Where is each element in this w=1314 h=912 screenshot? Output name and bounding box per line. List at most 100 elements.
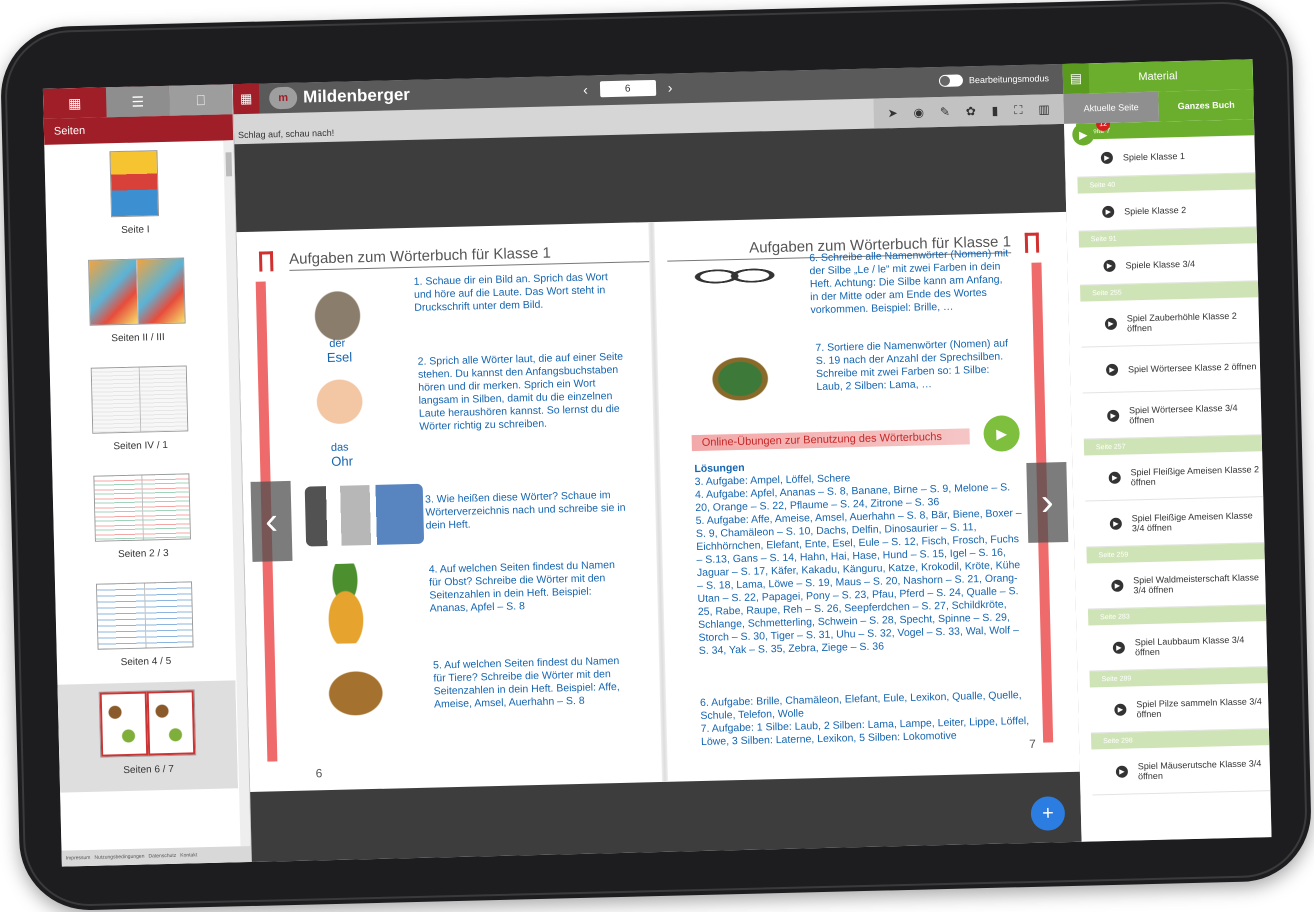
footer-link[interactable]: Kontakt (180, 852, 197, 858)
material-item-label: Spiel Fleißige Ameisen Klasse 3/4 öffnen (1131, 509, 1253, 533)
page-thumbnail[interactable] (88, 257, 186, 326)
page-thumbnail[interactable] (98, 689, 197, 758)
edit-mode-toggle[interactable] (938, 74, 964, 87)
material-item-label: Spiele Klasse 2 (1124, 204, 1187, 216)
footer-link[interactable]: Datenschutz (148, 853, 176, 860)
material-item[interactable]: ▶ Spiel Mäuserutsche Klasse 3/4 öffnen (1091, 745, 1271, 796)
material-header: ▤ Material (1062, 59, 1254, 94)
material-item[interactable]: ▶ Spiel Fleißige Ameisen Klasse 2 öffnen (1084, 451, 1264, 502)
layout-icon[interactable]: ▥ (1038, 102, 1050, 116)
thumbnail-item[interactable]: Seite I (44, 141, 225, 253)
play-icon: ▶ (1104, 317, 1118, 330)
material-item[interactable]: ▶ Spiel Wörtersee Klasse 2 öffnen (1081, 343, 1261, 394)
play-icon: ▶ (1112, 641, 1126, 654)
thumbnail-label: Seiten 6 / 7 (123, 763, 174, 777)
task-4: 4. Auf welchen Seiten findest du Namen f… (428, 559, 616, 615)
page-thumbnail[interactable] (109, 150, 160, 218)
next-page-icon[interactable]: › (668, 79, 673, 95)
add-button[interactable]: + (1030, 796, 1066, 831)
page-number-input[interactable]: 6 (599, 79, 656, 98)
thumbnail-item-active[interactable]: Seiten 6 / 7 (57, 680, 239, 793)
material-grid-icon[interactable]: ▤ (1062, 63, 1090, 94)
page-thumbnail[interactable] (93, 473, 191, 542)
play-icon: ▶ (1105, 363, 1119, 376)
eye-icon[interactable]: ◉ (913, 105, 924, 119)
play-icon: ▶ (1108, 471, 1121, 484)
material-item[interactable]: ▶ Spiel Laubbaum Klasse 3/4 öffnen (1088, 621, 1268, 672)
ohr-label: Ohr (331, 453, 354, 469)
glasses-image (689, 254, 781, 298)
page-thumbnail[interactable] (96, 581, 194, 650)
trash-icon[interactable]: ▮ (992, 104, 999, 118)
material-item-label: Spiel Fleißige Ameisen Klasse 2 öffnen (1130, 463, 1260, 487)
thumbnail-label: Seiten II / III (111, 331, 165, 345)
left-page-title: Aufgaben zum Wörterbuch für Klasse 1 (288, 242, 650, 271)
material-item-label: Spiele Klasse 1 (1122, 150, 1186, 163)
task-6: 6. Schreibe alle Namenwörter (Nomen) mit… (809, 247, 1009, 317)
material-item[interactable]: ▶ Spiel Pilze sammeln Klasse 3/4 öffnen (1089, 683, 1269, 734)
ear-image (303, 366, 376, 437)
thumbnail-item[interactable]: Seiten 2 / 3 (52, 464, 233, 576)
page-thumbnail[interactable] (90, 365, 189, 434)
task-3: 3. Wie heißen diese Wörter? Schaue im Wö… (424, 489, 626, 532)
cursor-icon[interactable]: ➤ (887, 106, 897, 120)
material-item-label: Spiele Klasse 3/4 (1125, 258, 1196, 270)
material-item-label: Spiel Pilze sammeln Klasse 3/4 öffnen (1136, 695, 1262, 719)
material-item[interactable]: ▶ Spiel Wörtersee Klasse 3/4 öffnen (1082, 389, 1262, 440)
material-item[interactable]: ▶ Spiel Zauberhöhle Klasse 2 öffnen (1080, 297, 1260, 348)
solution-5: 5. Aufgabe: Affe, Ameise, Amsel, Auerhah… (695, 507, 1022, 658)
traffic-light-spoon-scissors-image (304, 483, 425, 547)
material-item[interactable]: ▶ Spiele Klasse 1 (1076, 135, 1256, 178)
outline-icon[interactable]: ☰ (105, 85, 170, 118)
material-item[interactable]: ▶ Spiele Klasse 2 (1077, 189, 1257, 232)
pencil-icon[interactable]: ✎ (940, 105, 950, 119)
pages-grid-icon[interactable]: ▦ (43, 87, 107, 119)
material-item-label: Spiel Zauberhöhle Klasse 2 öffnen (1126, 310, 1237, 333)
play-icon[interactable]: ▶ (983, 415, 1021, 452)
thumbnail-label: Seiten 4 / 5 (120, 655, 172, 669)
play-icon: ▶ (1103, 259, 1116, 272)
book-viewer: ▦ m Mildenberger ‹ 6 › Bearbeitungsmodus… (232, 63, 1082, 862)
footer-link[interactable]: Impressum (66, 855, 91, 862)
scrollbar-thumb[interactable] (225, 152, 233, 177)
footer-link[interactable]: Nutzungsbedingungen (94, 854, 144, 861)
edit-mode-control: Bearbeitungsmodus (938, 72, 1049, 87)
annotation-tools: ➤ ◉ ✎ ✿ ▮ ⛶ ▥ (873, 93, 1065, 129)
thumbnail-item[interactable]: Seiten II / III (47, 248, 228, 360)
material-list[interactable]: ▶ 12 Seite 7 ▶ Spiele Klasse 1 Seite 40 ▶… (1064, 119, 1271, 841)
tab-whole-book[interactable]: Ganzes Buch (1158, 89, 1255, 122)
play-icon: ▶ (1102, 205, 1115, 218)
book-spread: Aufgaben zum Wörterbuch für Klasse 1 der… (236, 211, 1080, 793)
menu-grid-icon[interactable]: ▦ (232, 83, 260, 115)
thumbnail-list[interactable]: Seite I Seiten II / III Seiten IV / 1 Se… (44, 141, 239, 851)
material-item[interactable]: ▶ Spiel Waldmeisterschaft Klasse 3/4 öffn… (1086, 559, 1266, 610)
thumbnail-item[interactable]: Seiten 4 / 5 (55, 572, 236, 684)
play-icon: ▶ (1114, 703, 1127, 716)
material-item[interactable]: ▶ Spiel Fleißige Ameisen Klasse 3/4 öffne… (1085, 497, 1265, 548)
logo-icon: m (268, 86, 298, 110)
tab-current-page[interactable]: Aktuelle Seite (1063, 91, 1160, 124)
ohr-article: das (330, 441, 349, 454)
thumbnail-item[interactable]: Seiten IV / 1 (50, 356, 231, 468)
play-icon: ▶ (1111, 579, 1124, 592)
left-tabs: ▦ ☰ ⎕ (42, 84, 233, 119)
bookmark-icon[interactable] (1024, 232, 1040, 253)
right-page-number: 7 (1029, 736, 1037, 751)
material-panel: ▤ Material Aktuelle Seite Ganzes Buch ▶ … (1062, 59, 1272, 842)
bookmark-icon[interactable]: ⎕ (168, 84, 233, 116)
online-exercises-bar[interactable]: Online-Übungen zur Benutzung des Wörterb… (691, 428, 970, 452)
thumbnail-label: Seite I (121, 224, 150, 236)
prev-spread-arrow[interactable]: ‹ (250, 480, 293, 562)
thumbnail-label: Seiten IV / 1 (113, 439, 169, 453)
palette-icon[interactable]: ✿ (966, 104, 976, 118)
page-navigator: ‹ 6 › (583, 79, 673, 97)
material-item-label: Spiel Laubbaum Klasse 3/4 öffnen (1134, 634, 1245, 657)
fullscreen-icon[interactable]: ⛶ (1014, 102, 1023, 117)
bookmark-icon[interactable] (258, 251, 274, 272)
next-spread-arrow[interactable]: › (1026, 461, 1069, 543)
material-item[interactable]: ▶ Spiele Klasse 3/4 (1079, 243, 1258, 286)
play-icon: ▶ (1109, 517, 1122, 530)
left-page-number: 6 (315, 766, 323, 781)
prev-page-icon[interactable]: ‹ (583, 82, 588, 98)
material-item-label: Spiel Wörtersee Klasse 3/4 öffnen (1128, 402, 1238, 425)
